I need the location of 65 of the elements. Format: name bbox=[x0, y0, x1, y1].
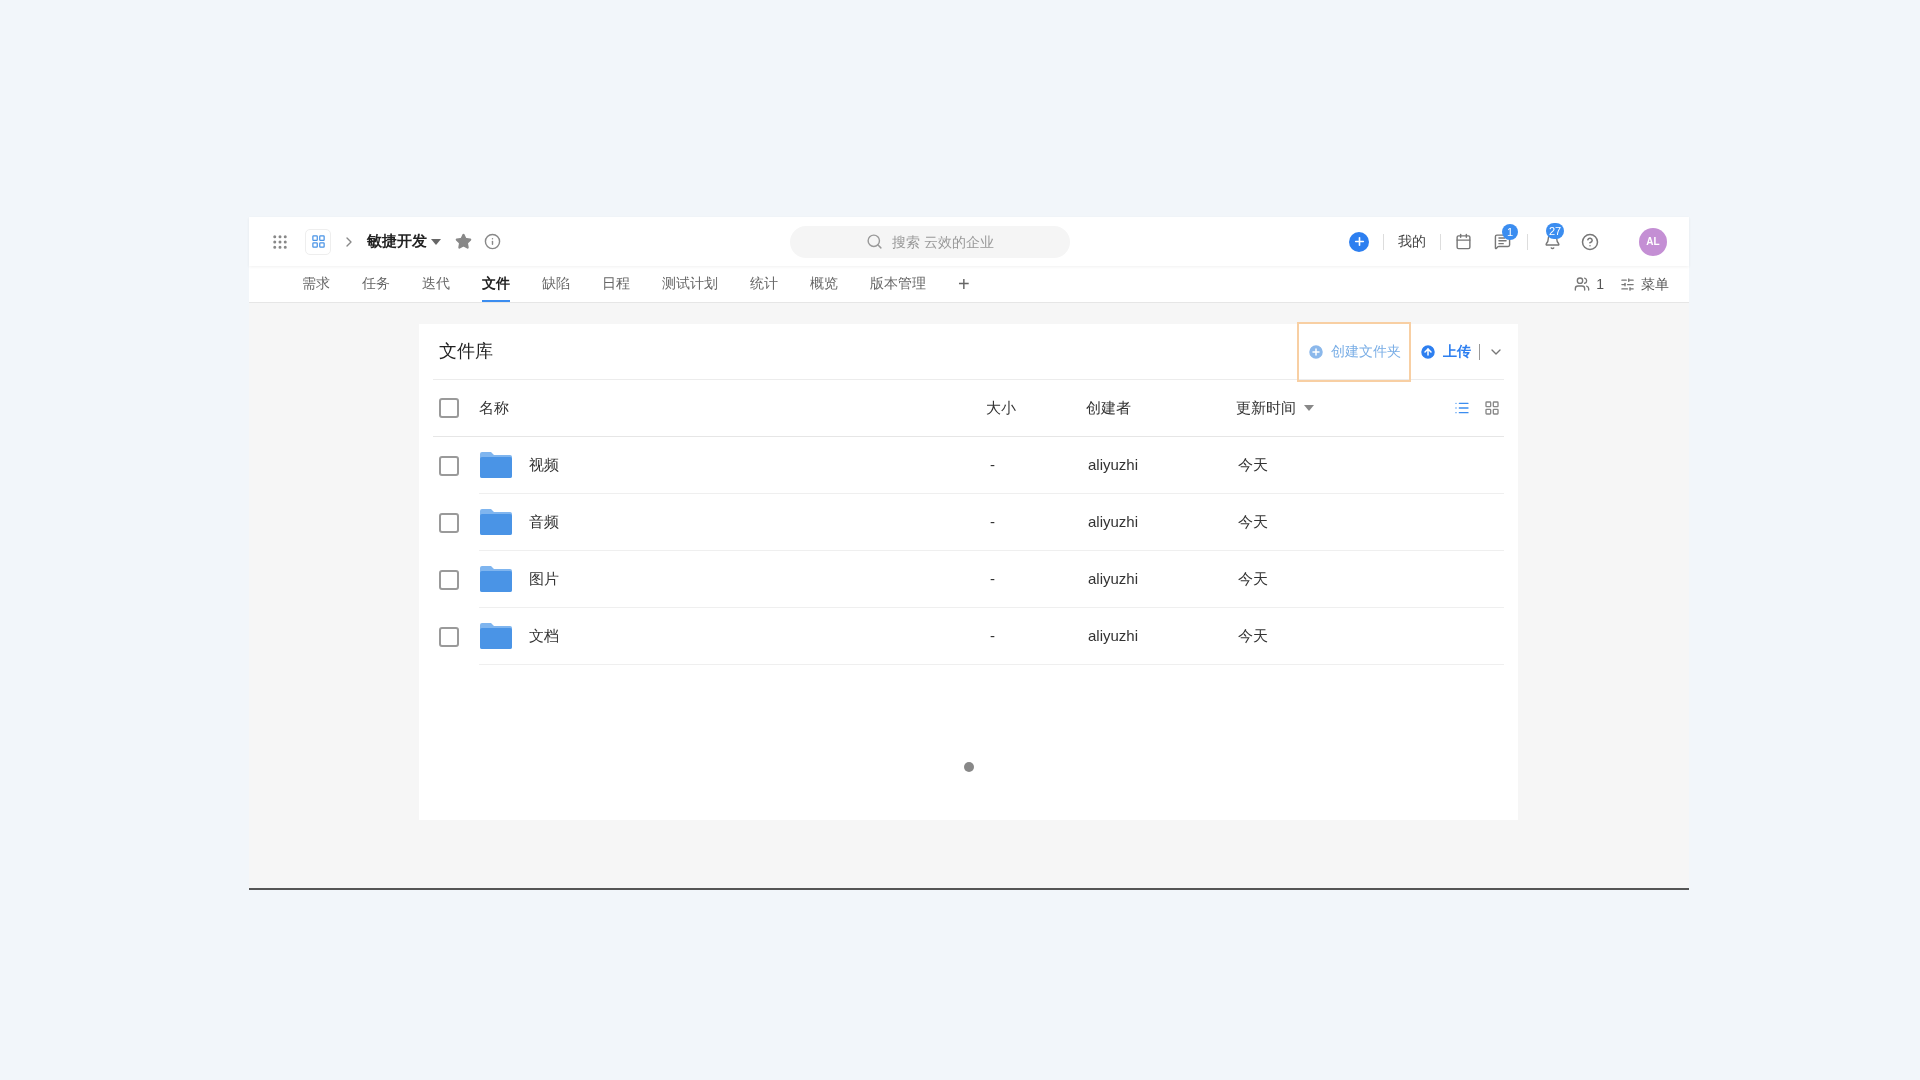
checkbox[interactable] bbox=[439, 398, 459, 418]
tab[interactable]: 统计 bbox=[750, 266, 778, 302]
upload-button[interactable]: 上传 bbox=[1419, 341, 1471, 362]
table-cell-text: 今天 bbox=[1237, 625, 1269, 646]
checkbox[interactable] bbox=[439, 569, 459, 590]
help-icon[interactable] bbox=[1581, 232, 1599, 251]
tab[interactable]: 测试计划 bbox=[662, 266, 718, 302]
menu-link[interactable]: 菜单 bbox=[1641, 273, 1669, 295]
search-icon bbox=[866, 232, 883, 250]
info-icon[interactable] bbox=[484, 233, 501, 250]
message-badge: 1 bbox=[1502, 224, 1518, 240]
plus-circle-icon bbox=[1307, 342, 1325, 361]
file-name[interactable]: 视频 bbox=[529, 453, 986, 477]
star-icon[interactable] bbox=[455, 233, 472, 250]
folder-icon bbox=[479, 622, 513, 650]
table-cell-text: aliyuzhi bbox=[1087, 511, 1140, 532]
tab[interactable]: 缺陷 bbox=[542, 266, 570, 302]
tab[interactable]: 版本管理 bbox=[870, 266, 926, 302]
table-cell-text: 今天 bbox=[1237, 454, 1269, 475]
column-header[interactable]: 大小 bbox=[986, 396, 1086, 420]
list-view-icon[interactable] bbox=[1454, 400, 1470, 416]
members-icon[interactable] bbox=[1574, 276, 1591, 292]
file-name[interactable]: 文档 bbox=[529, 624, 986, 648]
calendar-icon[interactable] bbox=[1455, 233, 1472, 250]
project-logo[interactable] bbox=[305, 228, 331, 255]
table-cell-text: 今天 bbox=[1237, 568, 1269, 589]
column-header[interactable]: 更新时间 bbox=[1236, 396, 1436, 420]
table-cell-text: 今天 bbox=[1237, 511, 1269, 532]
notification-badge: 27 bbox=[1546, 223, 1565, 239]
column-header[interactable]: 名称 bbox=[479, 396, 986, 420]
file-name[interactable]: 音频 bbox=[529, 510, 986, 534]
tab[interactable]: 需求 bbox=[302, 266, 330, 302]
tab[interactable]: 日程 bbox=[602, 266, 630, 302]
add-icon[interactable] bbox=[1349, 231, 1369, 252]
folder-icon bbox=[479, 565, 513, 593]
file-name[interactable]: 图片 bbox=[529, 567, 986, 591]
table-cell-text: - bbox=[989, 568, 996, 589]
settings-icon[interactable] bbox=[1620, 276, 1635, 292]
column-header[interactable]: 创建者 bbox=[1086, 396, 1236, 420]
tab[interactable]: 迭代 bbox=[422, 266, 450, 302]
table-cell-text: aliyuzhi bbox=[1087, 625, 1140, 646]
sort-caret-icon bbox=[1304, 405, 1314, 411]
checkbox[interactable] bbox=[439, 626, 459, 647]
member-count: 1 bbox=[1596, 274, 1604, 294]
add-tab-button[interactable]: + bbox=[958, 274, 970, 294]
folder-icon bbox=[479, 508, 513, 536]
checkbox[interactable] bbox=[439, 512, 459, 533]
search-field[interactable]: 搜索 云效的企业 bbox=[790, 225, 1070, 258]
project-dropdown[interactable]: 敏捷开发 bbox=[367, 230, 441, 253]
library-title: 文件库 bbox=[439, 340, 493, 363]
table-cell-text: - bbox=[989, 625, 996, 646]
upload-icon bbox=[1419, 342, 1437, 361]
caret-icon bbox=[431, 238, 441, 245]
table-cell-text: - bbox=[989, 454, 996, 475]
mine-link[interactable]: 我的 bbox=[1398, 231, 1426, 252]
table-cell-text: aliyuzhi bbox=[1087, 454, 1140, 475]
apps-grid-icon[interactable] bbox=[271, 232, 289, 251]
folder-icon bbox=[479, 451, 513, 479]
table-cell-text: - bbox=[989, 511, 996, 532]
tab[interactable]: 任务 bbox=[362, 266, 390, 302]
tab[interactable]: 概览 bbox=[810, 266, 838, 302]
tab[interactable]: 文件 bbox=[482, 266, 510, 302]
grid-view-icon[interactable] bbox=[1484, 400, 1500, 416]
checkbox[interactable] bbox=[439, 455, 459, 476]
table-cell-text: aliyuzhi bbox=[1087, 568, 1140, 589]
